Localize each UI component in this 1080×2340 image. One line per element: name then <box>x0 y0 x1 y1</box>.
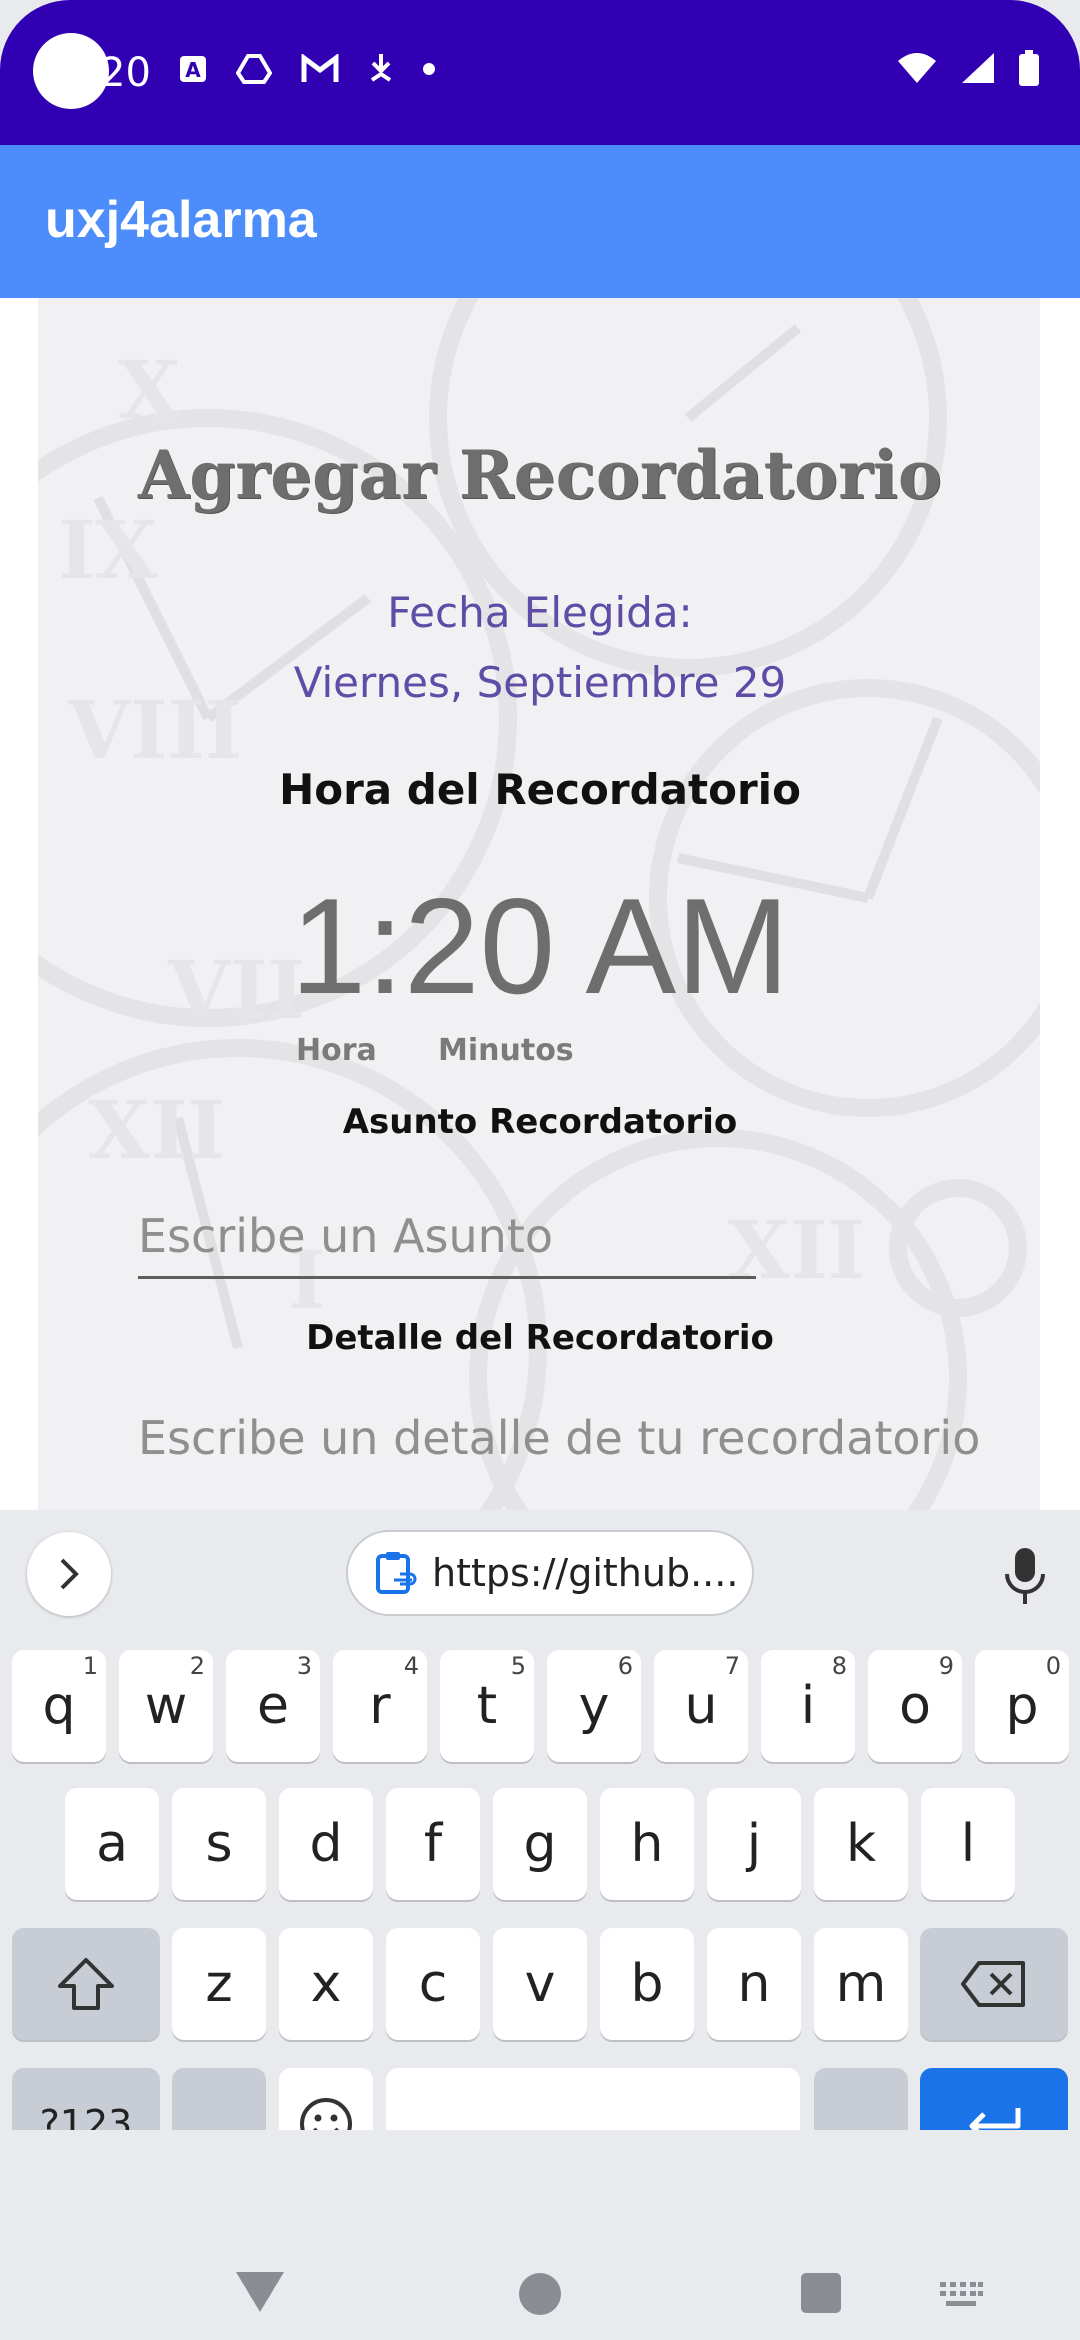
key-hint: 2 <box>189 1652 205 1680</box>
signal-icon <box>962 53 994 83</box>
hour-label: Hora <box>296 1033 377 1068</box>
chosen-date-value: Viernes, Septiembre 29 <box>293 658 787 707</box>
home-icon[interactable] <box>518 2272 562 2316</box>
key-label: o <box>899 1676 931 1736</box>
page-title: Agregar Recordatorio <box>138 436 942 514</box>
key-p[interactable]: p0 <box>975 1650 1069 1762</box>
key-y[interactable]: y6 <box>547 1650 641 1762</box>
key-hint: 5 <box>510 1652 526 1680</box>
key-label: u <box>684 1676 718 1736</box>
svg-text:X: X <box>118 343 180 437</box>
subject-heading: Asunto Recordatorio <box>342 1102 738 1142</box>
camera-cutout <box>33 33 109 109</box>
status-bar: 20 A <box>0 0 1080 145</box>
key-w[interactable]: w2 <box>119 1650 213 1762</box>
key-g[interactable]: g <box>493 1788 587 1900</box>
key-t[interactable]: t5 <box>440 1650 534 1762</box>
dot-icon <box>423 63 435 75</box>
back-icon[interactable] <box>234 2270 286 2314</box>
key-hint: 1 <box>82 1652 98 1680</box>
key-label: r <box>369 1676 391 1736</box>
key-label: p <box>1005 1676 1039 1736</box>
key-hint: 3 <box>296 1652 312 1680</box>
key-c[interactable]: c <box>386 1928 480 2040</box>
shift-icon <box>58 1958 114 2010</box>
reminder-form: X IX VIII VII XII I XII Agregar Recordat… <box>0 298 1080 1510</box>
app-title: uxj4alarma <box>45 191 317 249</box>
soft-keyboard: https://github.... q1 w2 e3 r4 t5 y6 u7 … <box>0 1510 1080 2180</box>
chosen-date-label: Fecha Elegida: <box>387 588 693 637</box>
key-a[interactable]: a <box>65 1788 159 1900</box>
clipboard-link-icon <box>376 1552 417 1594</box>
backspace-icon <box>961 1961 1025 2007</box>
key-o[interactable]: o9 <box>868 1650 962 1762</box>
key-b[interactable]: b <box>600 1928 694 2040</box>
key-hint: 6 <box>617 1652 633 1680</box>
keyboard-switch-icon[interactable] <box>938 2280 984 2310</box>
clipboard-suggestion-chip[interactable]: https://github.... <box>346 1530 754 1616</box>
key-hint: 4 <box>403 1652 419 1680</box>
key-i[interactable]: i8 <box>761 1650 855 1762</box>
battery-icon <box>1019 50 1039 86</box>
key-x[interactable]: x <box>279 1928 373 2040</box>
key-q[interactable]: q1 <box>12 1650 106 1762</box>
key-label: w <box>144 1676 188 1736</box>
key-r[interactable]: r4 <box>333 1650 427 1762</box>
reminder-time-heading: Hora del Recordatorio <box>279 765 801 814</box>
shift-key[interactable] <box>12 1928 160 2040</box>
key-k[interactable]: k <box>814 1788 908 1900</box>
recents-icon[interactable] <box>800 2272 842 2314</box>
app-bar: uxj4alarma <box>0 145 1080 298</box>
key-m[interactable]: m <box>814 1928 908 2040</box>
key-n[interactable]: n <box>707 1928 801 2040</box>
drive-icon <box>236 54 272 84</box>
time-picker-display[interactable]: 1:20 AM <box>0 878 1080 1014</box>
key-e[interactable]: e3 <box>226 1650 320 1762</box>
key-v[interactable]: v <box>493 1928 587 2040</box>
wifi-icon <box>898 53 936 83</box>
clipboard-suggestion-text: https://github.... <box>432 1551 739 1595</box>
svg-text:A: A <box>185 58 201 82</box>
status-time: 20 <box>100 50 151 96</box>
subject-input[interactable] <box>138 1196 756 1279</box>
key-label: q <box>42 1676 76 1736</box>
key-l[interactable]: l <box>921 1788 1015 1900</box>
microphone-icon[interactable] <box>1000 1546 1050 1606</box>
key-hint: 7 <box>724 1652 740 1680</box>
detail-heading: Detalle del Recordatorio <box>306 1318 774 1358</box>
key-hint: 9 <box>938 1652 954 1680</box>
download-icon <box>370 54 392 82</box>
system-icons <box>896 50 1040 86</box>
key-z[interactable]: z <box>172 1928 266 2040</box>
svg-text:IX: IX <box>58 503 158 597</box>
a-icon: A <box>180 56 206 82</box>
key-hint: 0 <box>1045 1652 1061 1680</box>
navigation-bar <box>0 2130 1080 2340</box>
key-label: i <box>800 1676 816 1736</box>
key-h[interactable]: h <box>600 1788 694 1900</box>
key-label: y <box>578 1676 610 1736</box>
chevron-right-icon[interactable] <box>27 1532 111 1616</box>
notification-icons: A <box>178 52 436 86</box>
detail-input[interactable] <box>138 1398 998 1478</box>
backspace-key[interactable] <box>920 1928 1068 2040</box>
gmail-icon <box>301 54 339 82</box>
key-d[interactable]: d <box>279 1788 373 1900</box>
key-f[interactable]: f <box>386 1788 480 1900</box>
key-u[interactable]: u7 <box>654 1650 748 1762</box>
key-label: t <box>476 1676 498 1736</box>
key-hint: 8 <box>831 1652 847 1680</box>
key-j[interactable]: j <box>707 1788 801 1900</box>
key-label: e <box>257 1676 289 1736</box>
minutes-label: Minutos <box>438 1033 574 1068</box>
key-s[interactable]: s <box>172 1788 266 1900</box>
